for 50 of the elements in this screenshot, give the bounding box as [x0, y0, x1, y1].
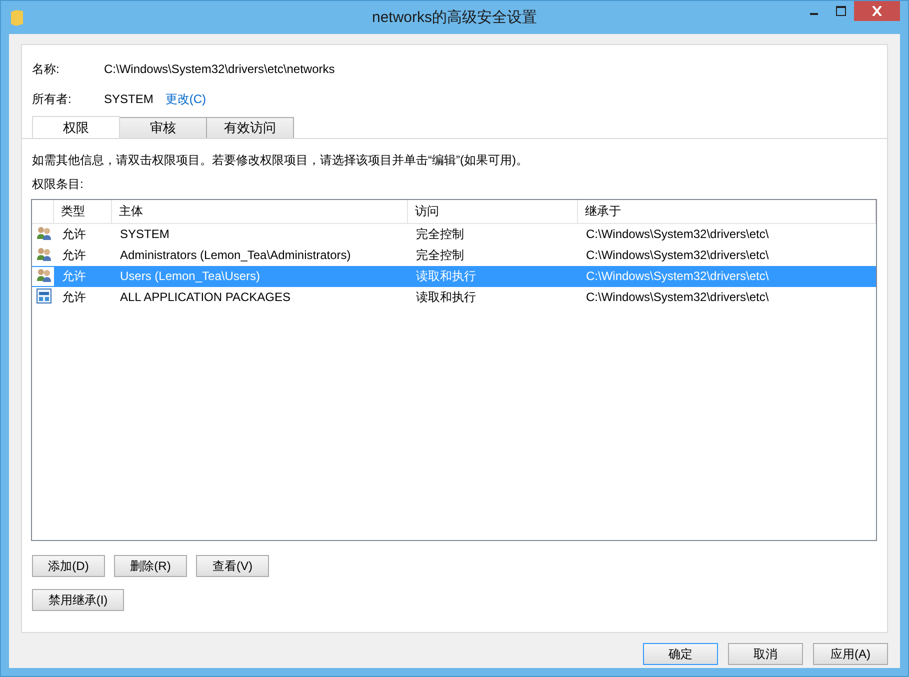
- column-header[interactable]: 类型: [54, 200, 112, 223]
- table-cell-text: Administrators (Lemon_Tea\Administrators): [119, 247, 352, 264]
- folder-icon: [11, 10, 23, 26]
- column-header[interactable]: 访问: [408, 200, 578, 223]
- entries-label: 权限条目:: [32, 177, 84, 191]
- table-cell-text: C:\Windows\System32\drivers\etc\: [585, 226, 770, 243]
- table-cell-text: SYSTEM: [119, 226, 170, 243]
- name-label: 名称:: [32, 60, 60, 78]
- owner-value: SYSTEM: [104, 92, 154, 106]
- table-cell-text: 允许: [61, 268, 87, 285]
- table-cell-text: C:\Windows\System32\drivers\etc\: [585, 247, 770, 264]
- table-cell-text: 读取和执行: [415, 268, 477, 285]
- table-cell-text: C:\Windows\System32\drivers\etc\: [585, 289, 770, 306]
- dialog-button[interactable]: 确定: [643, 643, 718, 665]
- permission-row[interactable]: 允许 Administrators (Lemon_Tea\Administrators) 完全控制 C:\Windows\System32\drivers\etc\: [32, 245, 876, 266]
- users-icon: [36, 267, 52, 283]
- table-cell-text: ALL APPLICATION PACKAGES: [119, 289, 292, 306]
- dialog-button[interactable]: 应用(A): [813, 643, 888, 665]
- name-value: C:\Windows\System32\drivers\etc\networks: [104, 62, 335, 76]
- table-cell-text: 完全控制: [415, 247, 465, 264]
- entry-button[interactable]: 查看(V): [196, 555, 269, 577]
- tab[interactable]: 有效访问: [206, 117, 294, 138]
- window-title: networks的高级安全设置: [372, 8, 538, 27]
- table-cell-text: C:\Windows\System32\drivers\etc\: [585, 268, 770, 285]
- tab[interactable]: 权限: [32, 116, 120, 138]
- table-cell-text: Users (Lemon_Tea\Users): [119, 268, 262, 285]
- dialog-button[interactable]: 取消: [728, 643, 803, 665]
- permission-row[interactable]: 允许 SYSTEM 完全控制 C:\Windows\System32\drivers\etc\: [32, 224, 876, 245]
- table-cell-text: 允许: [61, 247, 87, 264]
- maximize-icon: [836, 6, 846, 16]
- column-header[interactable]: 主体: [112, 200, 408, 223]
- owner-label: 所有者:: [32, 90, 72, 108]
- permission-row[interactable]: 允许 ALL APPLICATION PACKAGES 读取和执行 C:\Windows\System32\drivers\etc\: [32, 287, 876, 308]
- column-header[interactable]: 继承于: [578, 200, 876, 223]
- change-owner-link[interactable]: 更改(C): [165, 90, 206, 108]
- minimize-icon: [810, 13, 818, 15]
- info-text: 如需其他信息，请双击权限项目。若要修改权限项目，请选择该项目并单击“编辑”(如果可用)。: [32, 153, 528, 167]
- package-icon: [36, 288, 52, 304]
- entry-button[interactable]: 删除(R): [114, 555, 187, 577]
- close-button[interactable]: [854, 1, 900, 21]
- table-cell-text: 允许: [61, 289, 87, 306]
- tab[interactable]: 审核: [119, 117, 207, 138]
- table-cell-text: 允许: [61, 226, 87, 243]
- table-cell-text: 读取和执行: [415, 289, 477, 306]
- users-icon: [36, 225, 52, 241]
- entry-button[interactable]: 添加(D): [32, 555, 105, 577]
- close-icon: [871, 6, 883, 16]
- users-icon: [36, 246, 52, 262]
- disable-inheritance-button[interactable]: 禁用继承(I): [32, 589, 124, 611]
- table-cell-text: 完全控制: [415, 226, 465, 243]
